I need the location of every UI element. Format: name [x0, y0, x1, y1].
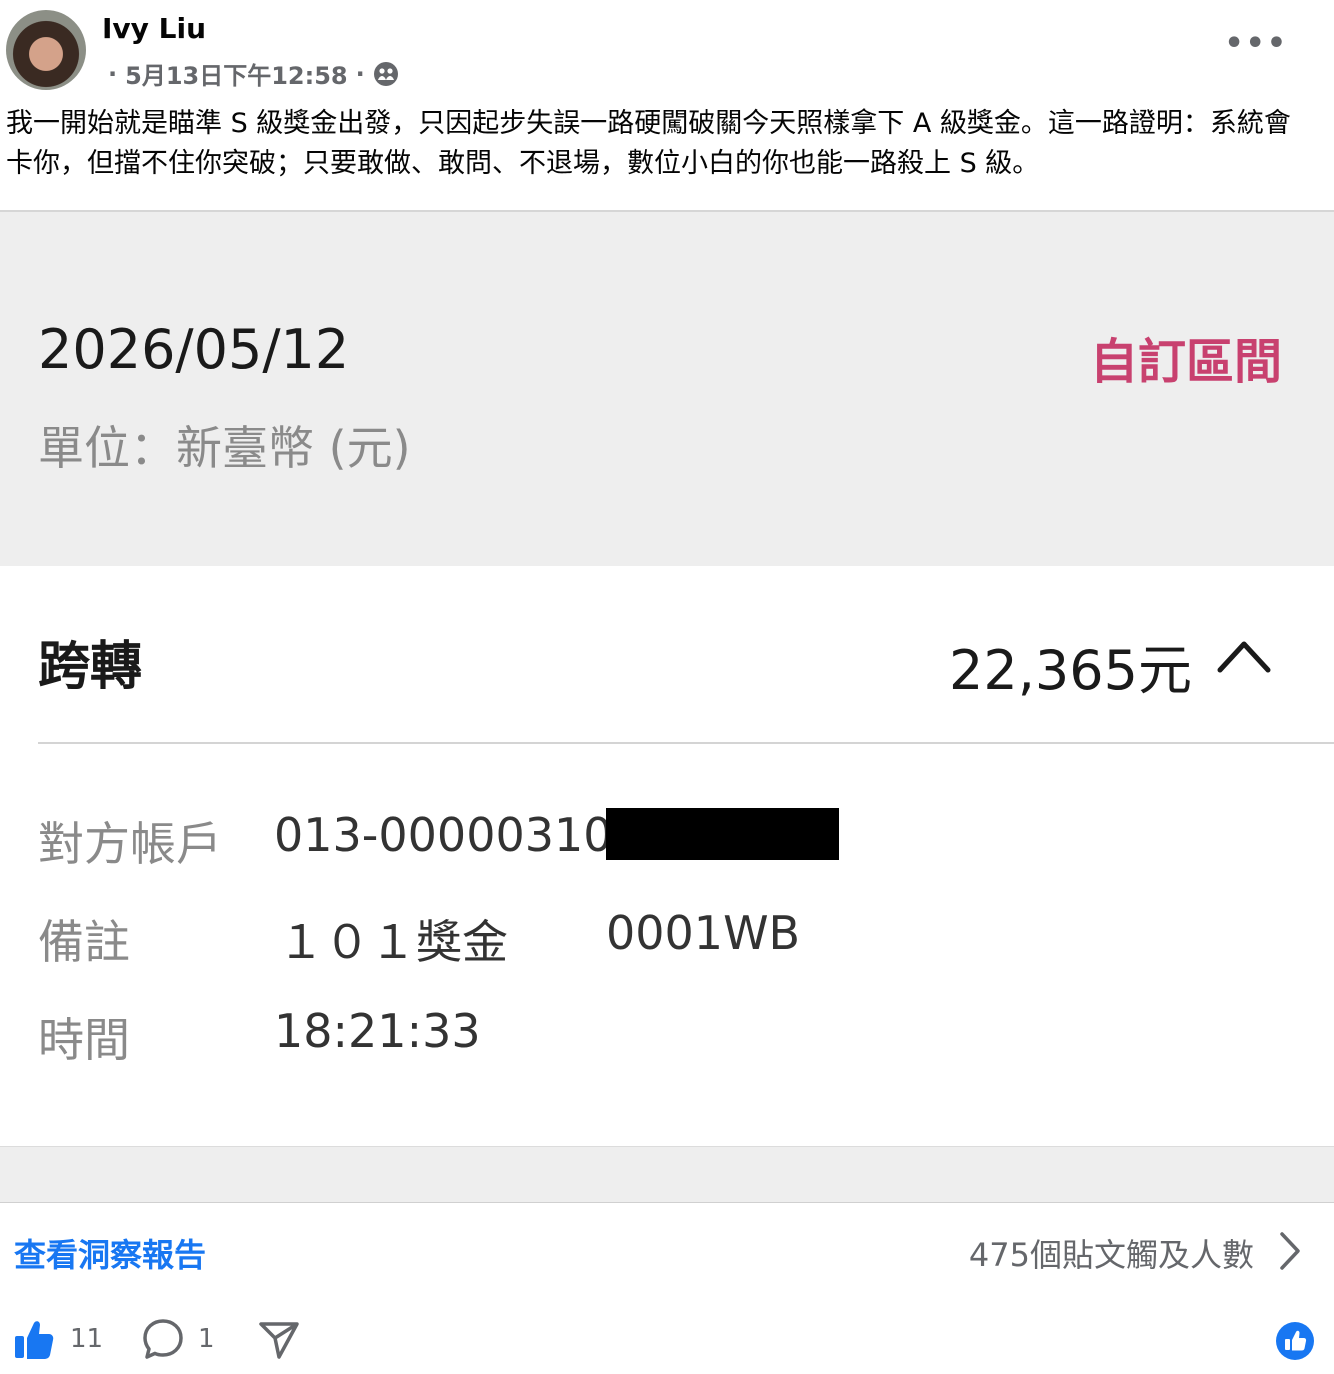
- share-icon[interactable]: [258, 1318, 300, 1360]
- post-reach-count[interactable]: 475個貼文觸及人數: [969, 1230, 1254, 1276]
- comment-icon[interactable]: [142, 1318, 184, 1360]
- account-label: 對方帳戶: [38, 817, 222, 871]
- reaction-like-badge-icon[interactable]: [1276, 1322, 1314, 1360]
- author-name[interactable]: Ivy Liu: [102, 12, 206, 45]
- transaction-amount: 22,365元: [949, 639, 1192, 702]
- audience-friends-icon[interactable]: [373, 61, 399, 87]
- post-meta: · 5月13日下午12:58 ·: [108, 56, 399, 91]
- meta-separator-2: ·: [355, 59, 365, 88]
- receipt-footer-panel: [0, 1146, 1334, 1203]
- author-avatar[interactable]: [6, 10, 86, 90]
- meta-separator: ·: [108, 59, 118, 88]
- time-label: 時間: [38, 1013, 130, 1067]
- memo-label: 備註: [38, 915, 130, 969]
- account-value: 013-00000310: [274, 808, 613, 862]
- custom-range-link: 自訂區間: [1089, 334, 1282, 390]
- receipt-date: 2026/05/12: [38, 318, 350, 381]
- more-options-button[interactable]: •••: [1224, 26, 1288, 61]
- memo-value: １０１獎金: [278, 915, 508, 969]
- receipt-divider: [38, 742, 1334, 744]
- time-value: 18:21:33: [274, 1004, 481, 1058]
- like-icon[interactable]: [14, 1318, 54, 1360]
- redaction-bar: [606, 808, 839, 860]
- view-insights-link[interactable]: 查看洞察報告: [14, 1230, 206, 1276]
- memo-code: 0001WB: [606, 906, 801, 960]
- transaction-type: 跨轉: [38, 637, 143, 697]
- chevron-up-icon: [1217, 641, 1271, 673]
- like-count[interactable]: 11: [70, 1324, 103, 1354]
- currency-unit: 單位：新臺幣 (元): [38, 421, 411, 475]
- chevron-right-icon[interactable]: [1276, 1230, 1304, 1272]
- post-timestamp[interactable]: 5月13日下午12:58: [125, 56, 348, 91]
- post-caption: 我一開始就是瞄準 S 級獎金出發，只因起步失誤一路硬闖破關今天照樣拿下 A 級獎…: [6, 108, 1291, 179]
- comment-count[interactable]: 1: [198, 1324, 215, 1354]
